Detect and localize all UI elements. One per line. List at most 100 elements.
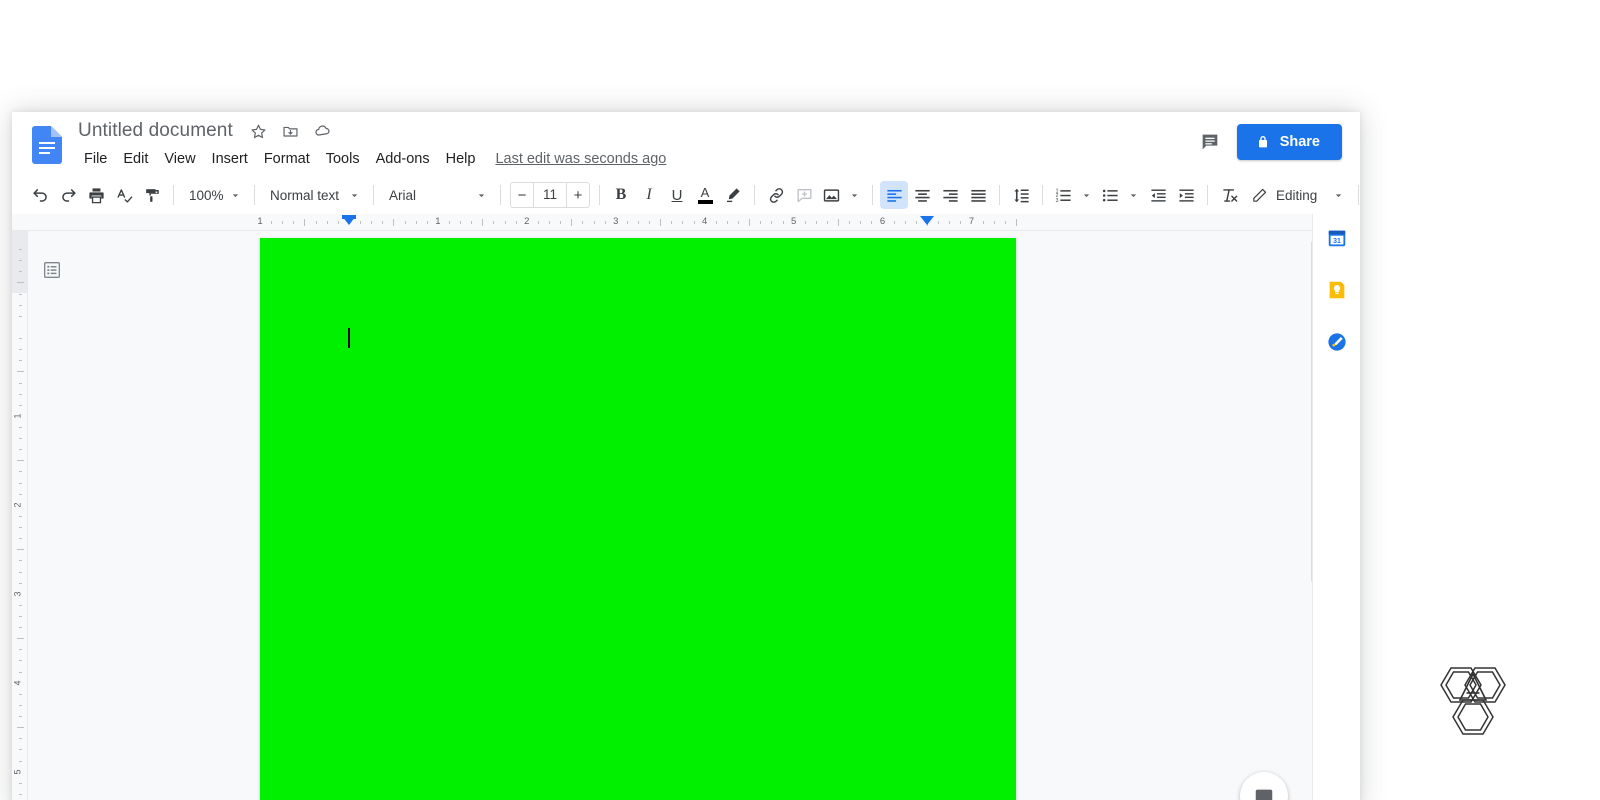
document-canvas: 1 2 3 4 5 [12, 231, 1360, 800]
ruler-label: 1 [257, 216, 263, 227]
line-spacing-icon[interactable] [1007, 181, 1035, 209]
bold-button[interactable]: B [607, 181, 635, 209]
font-size-input[interactable]: 11 [533, 183, 567, 207]
last-edit-status[interactable]: Last edit was seconds ago [495, 151, 666, 167]
paint-format-icon[interactable] [138, 181, 166, 209]
cloud-status-icon[interactable] [313, 121, 333, 141]
toolbar-divider [1358, 185, 1360, 205]
bold-label: B [615, 186, 627, 203]
toolbar-divider [500, 185, 501, 205]
editing-mode-label: Editing [1276, 187, 1318, 203]
toolbar-divider [754, 185, 755, 205]
text-color-swatch [697, 199, 713, 204]
paragraph-style-dropdown[interactable]: Normal text [262, 181, 366, 209]
zoom-dropdown[interactable]: 100% [181, 181, 247, 209]
chevron-down-icon [1329, 186, 1347, 204]
align-right-icon[interactable] [936, 181, 964, 209]
screen-root: Untitled document File Edit View Insert … [0, 0, 1600, 800]
insert-image-dropdown[interactable] [818, 181, 865, 209]
lock-icon [1255, 134, 1271, 150]
add-comment-icon[interactable] [790, 181, 818, 209]
font-family-dropdown[interactable]: Arial [381, 181, 493, 209]
google-docs-window: Untitled document File Edit View Insert … [12, 112, 1360, 800]
left-indent-marker[interactable] [341, 216, 356, 225]
toolbar-divider [173, 185, 174, 205]
toolbar-right-group: Editing [1243, 181, 1360, 209]
align-center-icon[interactable] [908, 181, 936, 209]
text-color-button[interactable]: A [691, 181, 719, 209]
chevron-down-icon [845, 186, 863, 204]
google-calendar-icon[interactable]: 31 [1325, 226, 1349, 250]
align-justify-icon[interactable] [964, 181, 992, 209]
clear-formatting-icon[interactable] [1215, 181, 1243, 209]
google-tasks-icon[interactable] [1325, 330, 1349, 354]
document-title[interactable]: Untitled document [74, 118, 237, 144]
undo-icon[interactable] [26, 181, 54, 209]
menu-format[interactable]: Format [256, 148, 318, 170]
move-folder-icon[interactable] [281, 121, 301, 141]
ruler-label: 3 [613, 216, 619, 227]
ruler-label: 5 [12, 769, 23, 775]
docs-file-icon[interactable] [32, 126, 62, 164]
chevron-down-icon [1124, 186, 1142, 204]
paragraph-style-value: Normal text [270, 187, 340, 203]
highlight-pen-icon[interactable] [719, 181, 747, 209]
decrease-indent-icon[interactable] [1144, 181, 1172, 209]
vertical-ruler[interactable]: 1 2 3 4 5 [12, 231, 28, 800]
ruler-label: 6 [879, 216, 886, 227]
menu-tools[interactable]: Tools [318, 148, 368, 170]
underline-button[interactable]: U [663, 181, 691, 209]
hexagon-logo-watermark [1418, 648, 1528, 758]
formatting-toolbar: 100% Normal text Arial − 11 + B I U A 1 … [12, 176, 1360, 214]
toolbar-divider [254, 185, 255, 205]
google-keep-icon[interactable] [1325, 278, 1349, 302]
zoom-value: 100% [189, 187, 224, 203]
calendar-day-number: 31 [1333, 238, 1341, 245]
font-size-increase-button[interactable]: + [567, 183, 589, 207]
chevron-down-icon [346, 186, 363, 204]
menu-edit[interactable]: Edit [115, 148, 156, 170]
menu-help[interactable]: Help [438, 148, 484, 170]
toolbar-divider [1207, 185, 1208, 205]
align-left-icon[interactable] [880, 181, 908, 209]
insert-image-icon [822, 186, 841, 205]
menu-file[interactable]: File [76, 148, 115, 170]
redo-icon[interactable] [54, 181, 82, 209]
header-actions: Share [1197, 124, 1342, 160]
svg-text:3: 3 [1056, 197, 1059, 203]
chevron-down-icon [228, 186, 244, 204]
side-panel: 31 [1312, 214, 1360, 800]
editing-mode-dropdown[interactable]: Editing [1243, 181, 1351, 209]
share-button[interactable]: Share [1236, 124, 1342, 160]
toolbar-divider [872, 185, 873, 205]
horizontal-ruler[interactable]: 1 1 2 3 4 5 6 7 [12, 214, 1360, 231]
share-button-label: Share [1279, 134, 1320, 150]
insert-link-icon[interactable] [762, 181, 790, 209]
increase-indent-icon[interactable] [1172, 181, 1200, 209]
ruler-label: 2 [12, 502, 23, 508]
spellcheck-icon[interactable] [110, 181, 138, 209]
ruler-label: 5 [790, 216, 797, 227]
font-size-decrease-button[interactable]: − [511, 183, 533, 207]
ruler-label: 1 [435, 216, 441, 227]
document-page[interactable] [260, 238, 1016, 800]
right-indent-marker[interactable] [920, 216, 935, 225]
menu-view[interactable]: View [156, 148, 203, 170]
bulleted-list-dropdown[interactable] [1097, 181, 1144, 209]
menu-addons[interactable]: Add-ons [368, 148, 438, 170]
text-color-label: A [700, 184, 710, 200]
font-size-stepper: − 11 + [510, 182, 590, 208]
ruler-label: 1 [12, 413, 23, 419]
numbered-list-dropdown[interactable]: 1 2 3 [1050, 181, 1097, 209]
document-outline-icon[interactable] [40, 258, 64, 282]
menu-insert[interactable]: Insert [204, 148, 256, 170]
explore-icon[interactable] [1240, 772, 1288, 800]
print-icon[interactable] [82, 181, 110, 209]
comment-icon[interactable] [1197, 129, 1223, 155]
bulleted-list-icon [1101, 186, 1120, 205]
toolbar-divider [373, 185, 374, 205]
star-icon[interactable] [249, 121, 269, 141]
ruler-label: 3 [12, 591, 23, 597]
italic-button[interactable]: I [635, 181, 663, 209]
chevron-down-icon [473, 186, 490, 204]
